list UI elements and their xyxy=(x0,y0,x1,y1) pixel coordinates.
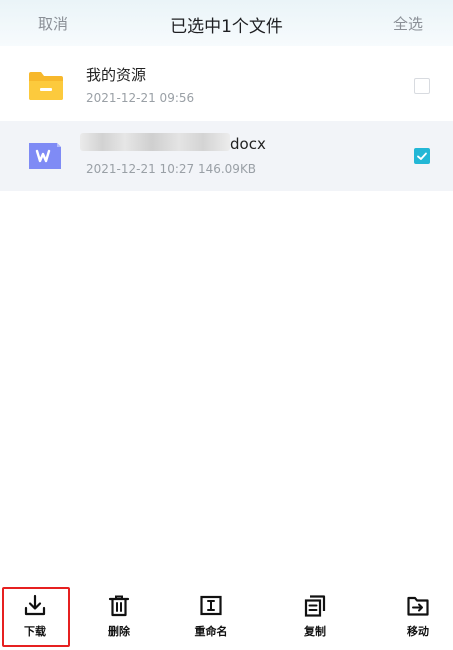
file-checkbox[interactable] xyxy=(414,148,430,164)
download-button[interactable]: 下载 xyxy=(0,585,70,647)
bottom-toolbar: 下载 删除 重命名 复制 移动 xyxy=(0,585,453,650)
word-doc-icon xyxy=(29,143,61,169)
download-icon xyxy=(24,594,46,616)
file-row-folder[interactable]: 我的资源 2021-12-21 09:56 xyxy=(0,50,453,120)
file-name: 我的资源 xyxy=(86,66,147,84)
file-row-doc[interactable]: docx 2021-12-21 10:27 146.09KB xyxy=(0,121,453,191)
move-label: 移动 xyxy=(407,625,429,638)
page-title: 已选中1个文件 xyxy=(170,17,283,37)
rename-button[interactable]: 重命名 xyxy=(176,585,246,647)
copy-button[interactable]: 复制 xyxy=(280,585,350,647)
select-all-button[interactable]: 全选 xyxy=(393,13,423,34)
rename-icon xyxy=(200,595,222,616)
checkmark-icon xyxy=(417,152,427,160)
blurred-filename xyxy=(80,133,230,151)
copy-icon xyxy=(304,595,326,617)
top-header: 取消 已选中1个文件 全选 xyxy=(0,0,453,46)
move-icon xyxy=(407,596,429,616)
file-meta: 2021-12-21 10:27 146.09KB xyxy=(86,162,257,176)
move-button[interactable]: 移动 xyxy=(383,585,453,647)
folder-icon xyxy=(29,72,63,100)
delete-label: 删除 xyxy=(108,625,130,638)
download-label: 下载 xyxy=(24,625,46,638)
file-name: docx xyxy=(230,135,266,153)
trash-icon xyxy=(108,595,130,617)
rename-label: 重命名 xyxy=(194,625,228,638)
file-checkbox[interactable] xyxy=(414,78,430,94)
file-meta: 2021-12-21 09:56 xyxy=(86,91,195,105)
copy-label: 复制 xyxy=(304,625,326,638)
delete-button[interactable]: 删除 xyxy=(84,585,154,647)
